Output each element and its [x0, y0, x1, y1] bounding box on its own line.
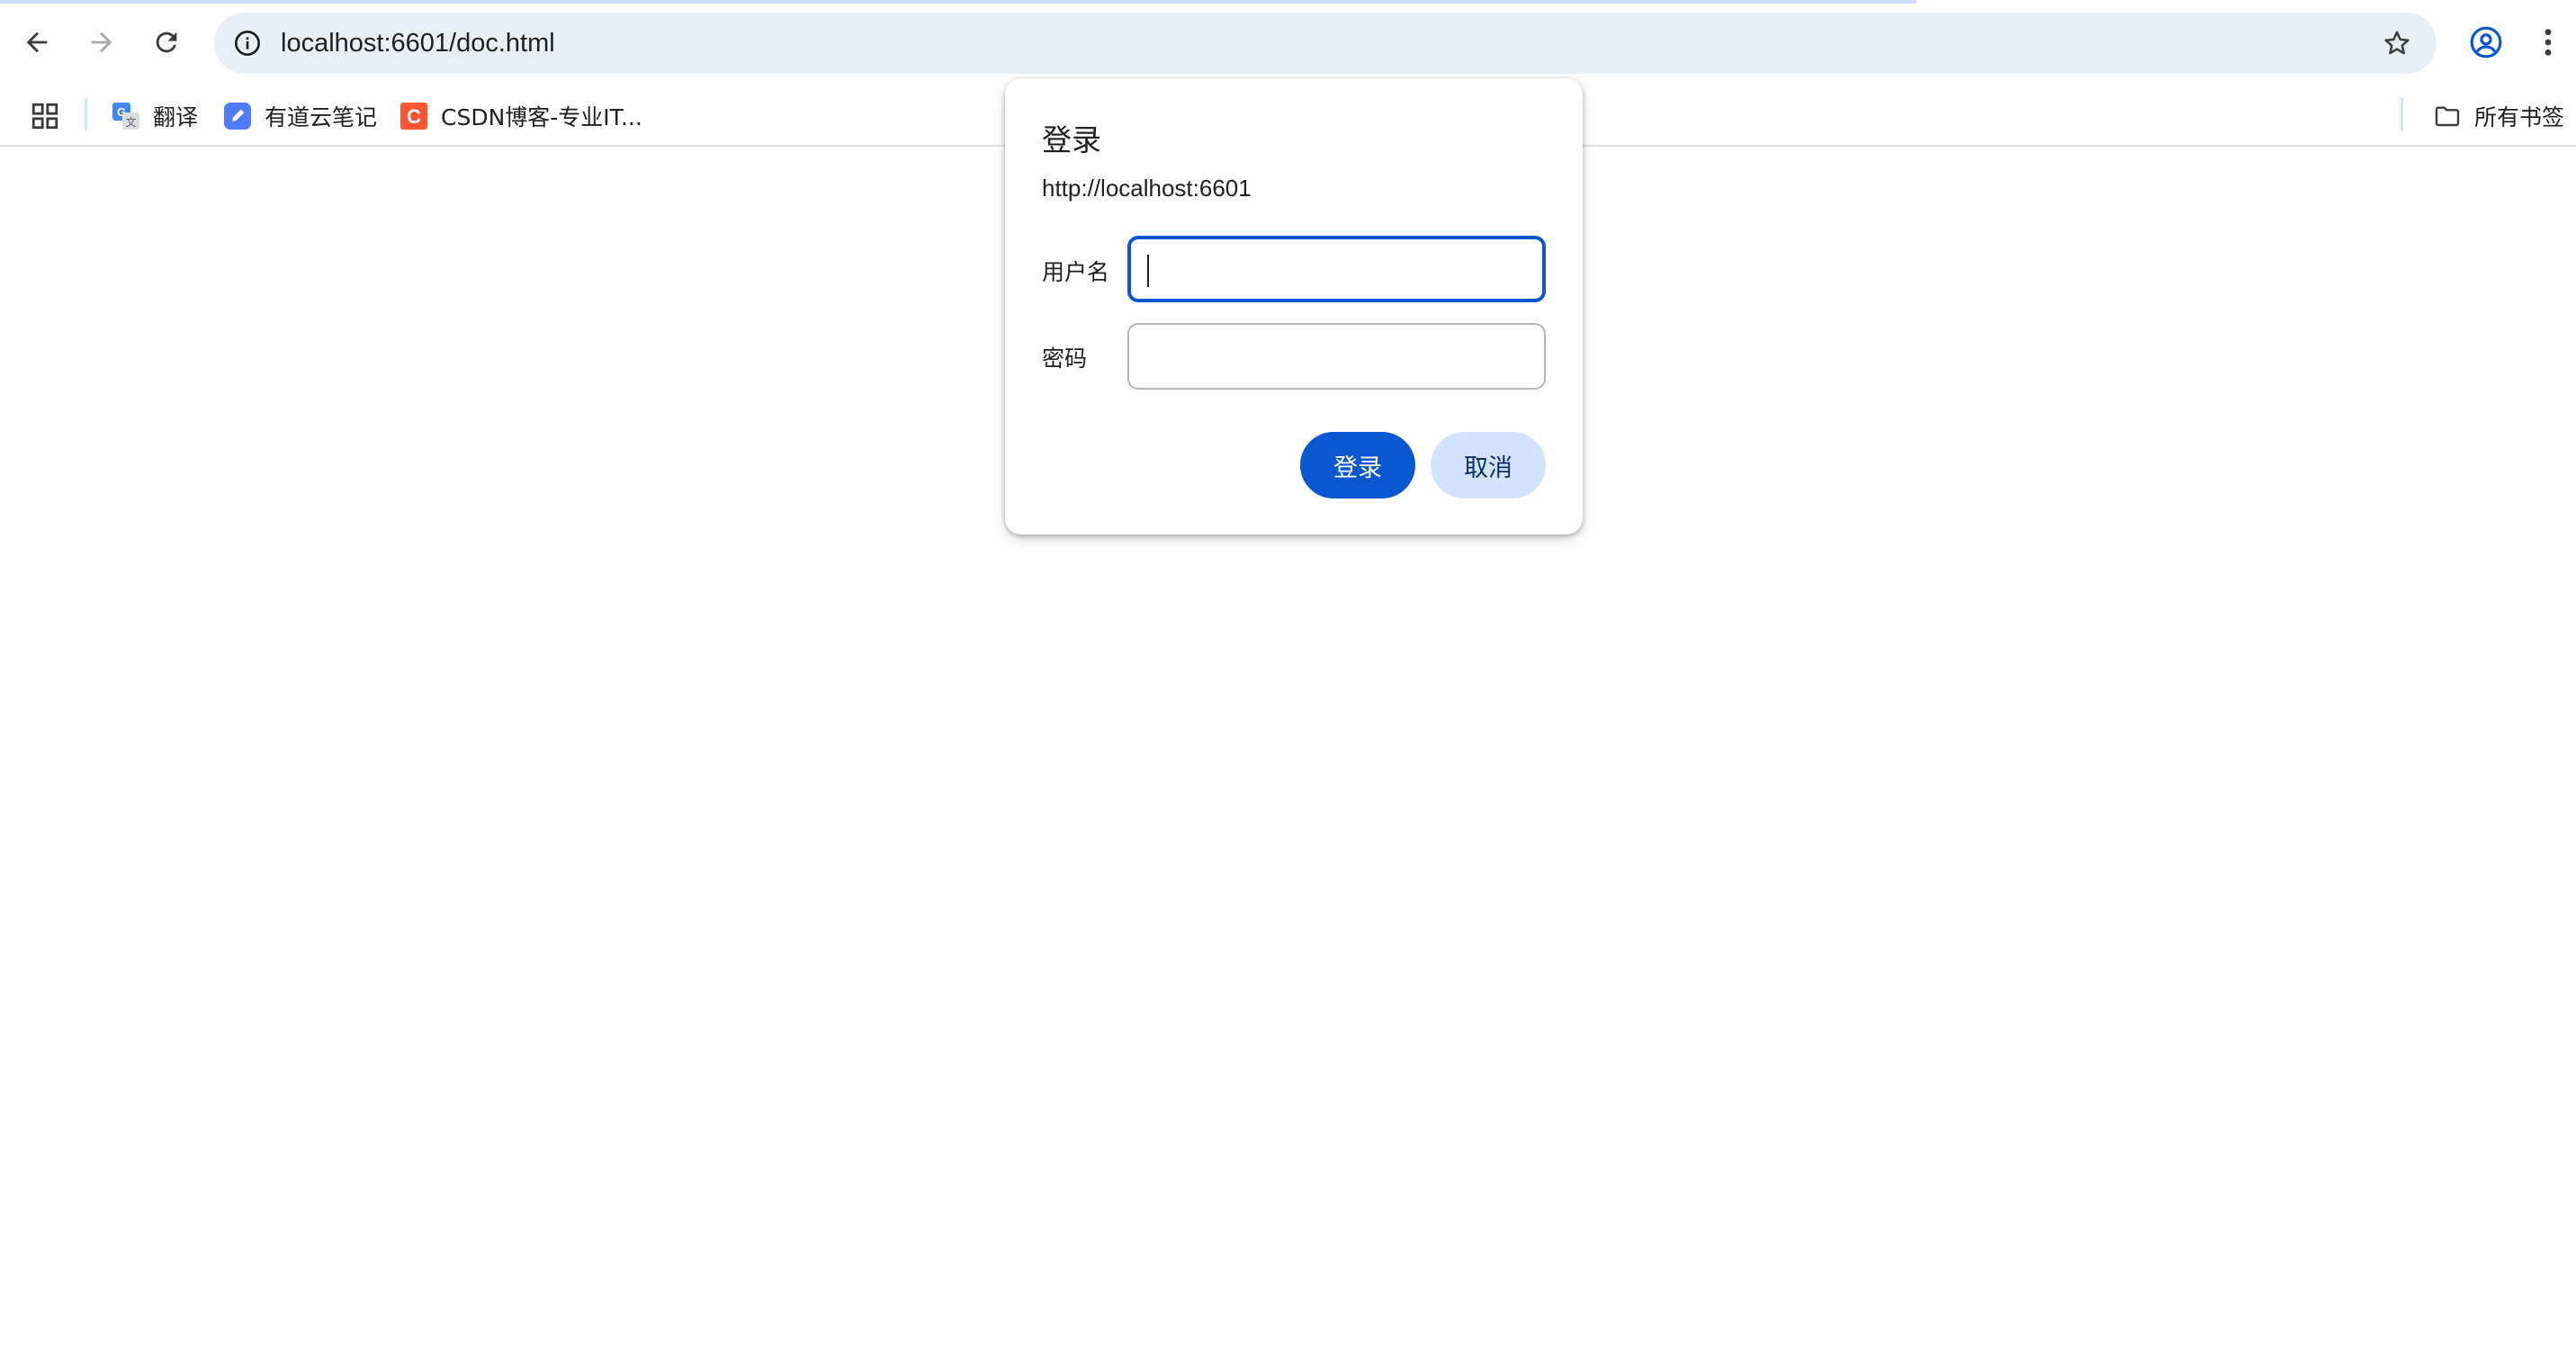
bookmark-youdao-note[interactable]: 有道云笔记: [223, 93, 377, 139]
profile-button[interactable]: [2456, 13, 2516, 72]
cancel-button[interactable]: 取消: [1431, 432, 1546, 498]
bookmark-label: CSDN博客-专业IT...: [441, 104, 642, 130]
bookmarks-separator: [2401, 98, 2403, 130]
bookmarks-separator: [85, 98, 87, 130]
login-dialog: 登录 http://localhost:6601 用户名 密码 登录 取消: [1005, 78, 1583, 534]
browser-menu-button[interactable]: [2525, 13, 2572, 72]
svg-text:C: C: [407, 105, 421, 128]
dialog-title: 登录: [1042, 122, 1101, 157]
username-input[interactable]: [1127, 236, 1546, 302]
bookmark-label: 有道云笔记: [265, 104, 378, 130]
password-input[interactable]: [1127, 323, 1546, 390]
browser-toolbar: localhost:6601/doc.html: [0, 0, 2576, 85]
reload-icon: [156, 31, 177, 53]
site-info-icon[interactable]: [230, 26, 265, 60]
bookmark-star-button[interactable]: [2372, 18, 2422, 68]
forward-button[interactable]: [72, 13, 131, 72]
apps-grid-icon: [31, 103, 58, 130]
address-bar[interactable]: localhost:6601/doc.html: [214, 13, 2437, 74]
back-button[interactable]: [7, 13, 67, 72]
more-vertical-icon: [2545, 29, 2552, 56]
apps-button[interactable]: [27, 98, 63, 134]
all-bookmarks-label: 所有书签: [2474, 104, 2565, 130]
text-caret: [1147, 255, 1149, 287]
password-label: 密码: [1042, 346, 1088, 372]
all-bookmarks-button[interactable]: 所有书签: [2433, 93, 2564, 139]
reload-button[interactable]: [137, 13, 196, 72]
dialog-origin: http://localhost:6601: [1042, 175, 1252, 202]
arrow-left-icon: [26, 31, 48, 53]
bookmark-label: 翻译: [153, 104, 199, 130]
folder-icon: [2433, 102, 2462, 130]
url-text[interactable]: localhost:6601/doc.html: [281, 13, 555, 74]
arrow-right-icon: [91, 31, 112, 53]
account-circle-icon: [2470, 26, 2502, 58]
username-label: 用户名: [1042, 259, 1110, 285]
bookmark-translate[interactable]: G 文 翻译: [112, 93, 198, 139]
svg-text:文: 文: [125, 115, 136, 129]
star-icon: [2384, 31, 2410, 55]
login-button[interactable]: 登录: [1300, 432, 1415, 498]
youdao-note-icon: [223, 102, 252, 130]
google-translate-icon: G 文: [112, 102, 140, 130]
csdn-icon: C: [399, 102, 428, 130]
loading-progress-bar: [0, 0, 1916, 4]
bookmark-csdn[interactable]: C CSDN博客-专业IT...: [399, 93, 642, 139]
